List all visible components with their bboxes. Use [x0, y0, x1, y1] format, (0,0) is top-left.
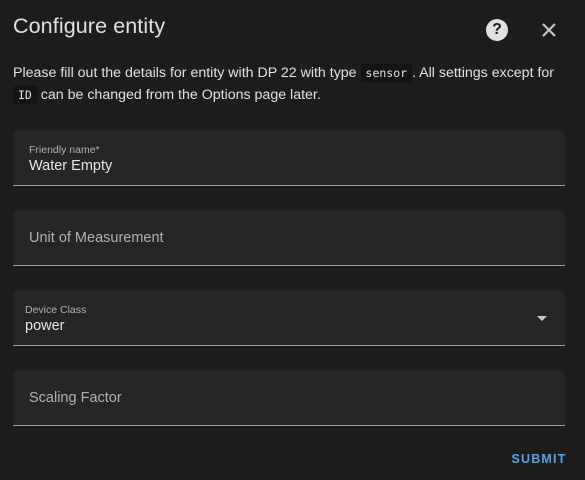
description-text-3: can be changed from the Options page lat… [36, 87, 321, 103]
scaling-factor-label: Scaling Factor [29, 390, 122, 406]
dialog-header: Configure entity ? [0, 0, 585, 58]
unit-of-measurement-label: Unit of Measurement [29, 230, 164, 246]
configure-entity-dialog: Configure entity ? Please fill out the d… [0, 0, 585, 480]
device-class-select[interactable]: Device Class power [13, 290, 565, 346]
dialog-description: Please fill out the details for entity w… [13, 62, 573, 106]
description-text-2: . All settings except for [412, 65, 555, 81]
friendly-name-field[interactable]: Friendly name* Water Empty [13, 130, 565, 186]
submit-button[interactable]: SUBMIT [505, 447, 573, 471]
close-icon[interactable] [538, 19, 560, 41]
entity-type-code: sensor [360, 64, 413, 82]
id-code: ID [13, 86, 37, 104]
device-class-label: Device Class [25, 304, 87, 316]
help-icon[interactable]: ? [486, 19, 508, 41]
dropdown-arrow-icon[interactable] [537, 316, 547, 321]
description-text-1: Please fill out the details for entity w… [13, 65, 361, 81]
friendly-name-value[interactable]: Water Empty [29, 158, 112, 174]
unit-of-measurement-field[interactable]: Unit of Measurement [13, 210, 565, 266]
device-class-value: power [25, 318, 65, 334]
dialog-title: Configure entity [13, 14, 166, 38]
close-icon-svg [542, 23, 556, 37]
scaling-factor-field[interactable]: Scaling Factor [13, 370, 565, 426]
friendly-name-label: Friendly name* [29, 144, 100, 156]
